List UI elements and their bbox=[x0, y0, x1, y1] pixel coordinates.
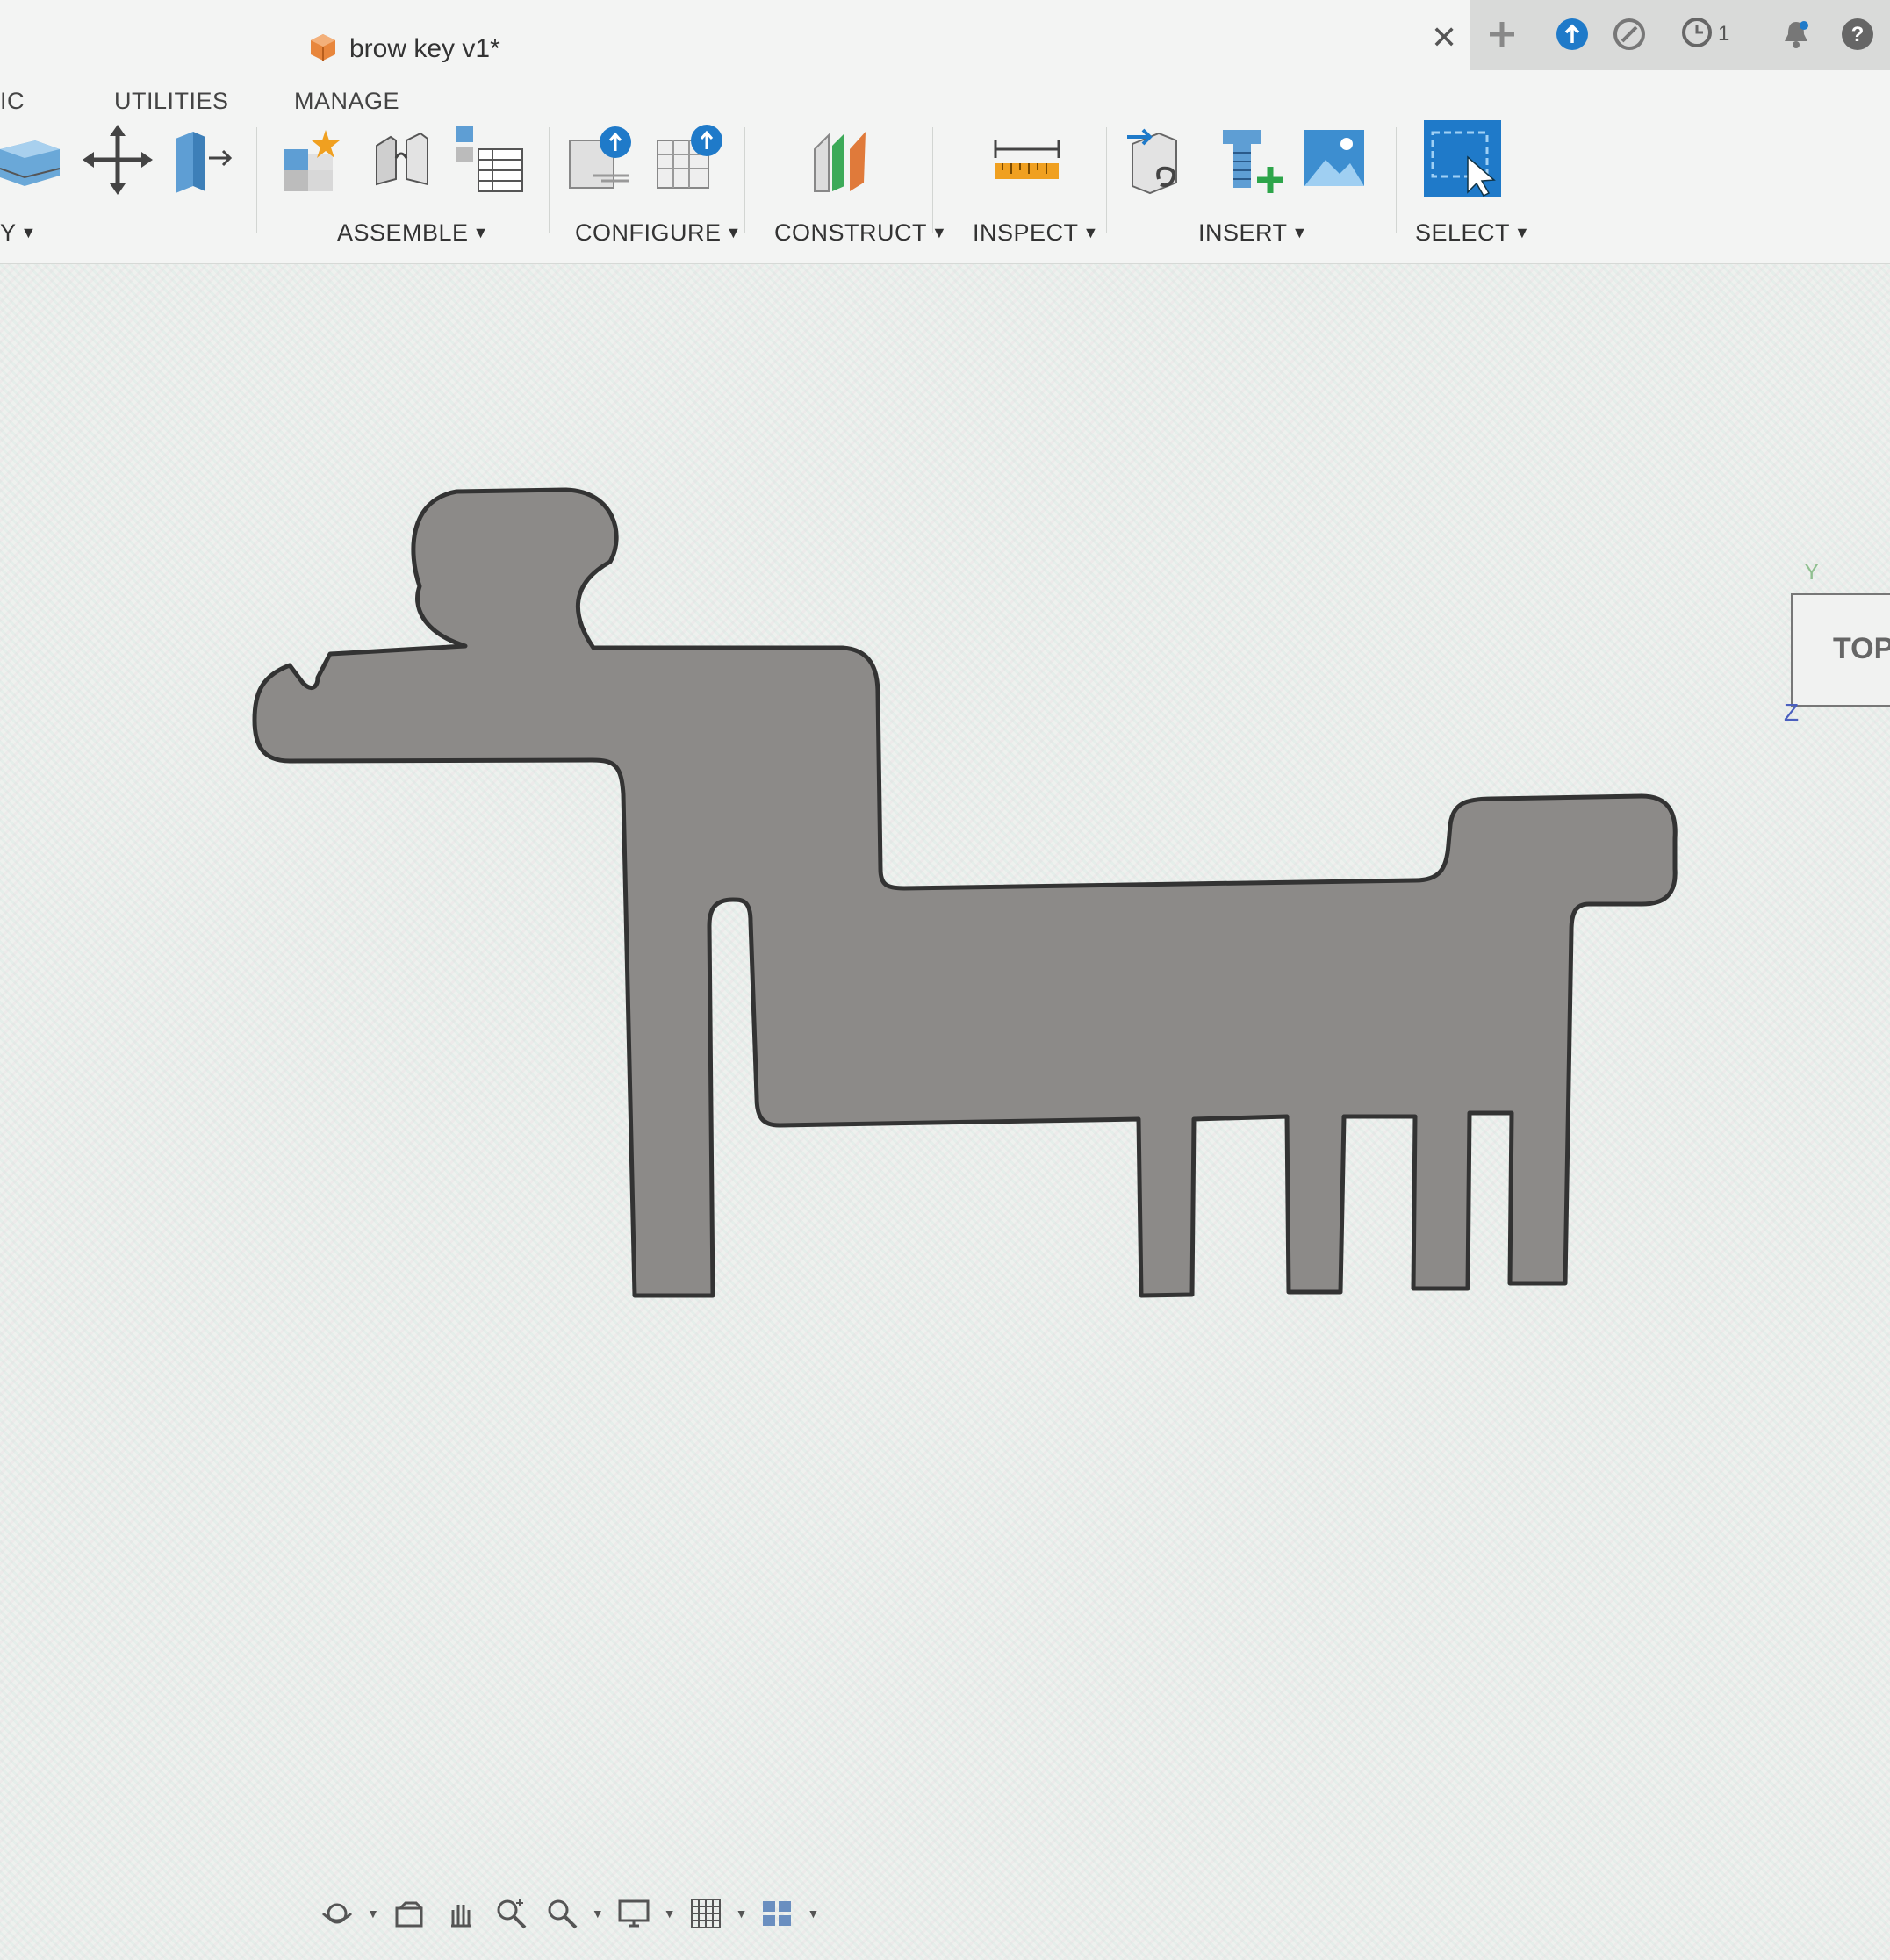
orbit-dropdown-caret[interactable]: ▼ bbox=[367, 1906, 379, 1921]
toolbar-separator bbox=[1396, 127, 1397, 233]
toolbar-separator bbox=[932, 127, 933, 233]
grid-dropdown-caret[interactable]: ▼ bbox=[736, 1906, 748, 1921]
configure-icon[interactable] bbox=[566, 123, 640, 197]
top-right-bar: 1 ? bbox=[1470, 0, 1890, 70]
package-icon bbox=[307, 32, 339, 68]
group-label-insert[interactable]: INSERT ▼ bbox=[1198, 219, 1308, 247]
axis-y-label: Y bbox=[1804, 558, 1820, 585]
menu-tab-utilities[interactable]: UTILITIES bbox=[114, 88, 229, 115]
viewcube-face-top[interactable]: TOP bbox=[1833, 632, 1890, 666]
new-component-icon[interactable] bbox=[277, 123, 350, 197]
construct-plane-icon[interactable] bbox=[808, 123, 881, 197]
group-label-configure[interactable]: CONFIGURE ▼ bbox=[575, 219, 742, 247]
viewports-icon[interactable] bbox=[756, 1892, 798, 1935]
menu-tab-partial[interactable]: IC bbox=[0, 88, 25, 115]
measure-icon[interactable] bbox=[990, 123, 1064, 197]
toolbar-separator bbox=[1106, 127, 1107, 233]
toolbar-separator bbox=[256, 127, 257, 233]
fusion-app: brow key v1* ✕ 1 ? IC UTILITIES MANAGE Y… bbox=[0, 0, 1890, 1960]
toolbar: IC UTILITIES MANAGE Y ▼ ASSEMBLE ▼ CONFI… bbox=[0, 79, 1890, 265]
fit-icon[interactable] bbox=[541, 1892, 583, 1935]
group-label-assemble[interactable]: ASSEMBLE ▼ bbox=[337, 219, 489, 247]
brow-key-shape[interactable] bbox=[252, 487, 1678, 1298]
viewports-dropdown-caret[interactable]: ▼ bbox=[807, 1906, 819, 1921]
zoom-dropdown-caret[interactable]: ▼ bbox=[592, 1906, 604, 1921]
select-icon[interactable] bbox=[1422, 118, 1503, 199]
move-icon[interactable] bbox=[81, 123, 155, 197]
display-settings-icon[interactable] bbox=[613, 1892, 655, 1935]
insert-derive-icon[interactable] bbox=[1124, 123, 1197, 197]
box-icon[interactable] bbox=[0, 123, 61, 197]
extensions-icon[interactable] bbox=[1611, 16, 1648, 53]
help-icon[interactable]: ? bbox=[1839, 16, 1876, 53]
pan-icon[interactable] bbox=[439, 1892, 481, 1935]
zoom-icon[interactable] bbox=[490, 1892, 532, 1935]
insert-canvas-icon[interactable] bbox=[1299, 123, 1373, 197]
configure-table-icon[interactable] bbox=[654, 123, 728, 197]
group-label-select[interactable]: SELECT ▼ bbox=[1415, 219, 1530, 247]
bell-icon[interactable] bbox=[1778, 16, 1815, 53]
job-count: 1 bbox=[1718, 22, 1730, 46]
toolbar-separator bbox=[549, 127, 550, 233]
display-dropdown-caret[interactable]: ▼ bbox=[664, 1906, 676, 1921]
group-label-construct[interactable]: CONSTRUCT ▼ bbox=[774, 219, 947, 247]
insert-mcmaster-icon[interactable] bbox=[1216, 123, 1290, 197]
viewcube[interactable]: TOP bbox=[1791, 593, 1890, 707]
orbit-icon[interactable] bbox=[316, 1892, 358, 1935]
align-icon[interactable] bbox=[167, 123, 241, 197]
toolbar-separator bbox=[744, 127, 745, 233]
viewport-canvas[interactable]: Y TOP Z bbox=[0, 264, 1890, 1960]
close-icon[interactable]: ✕ bbox=[1431, 19, 1457, 56]
navigation-bar: ▼ ▼ ▼ ▼ ▼ bbox=[316, 1889, 819, 1938]
joint-icon[interactable] bbox=[364, 123, 438, 197]
job-status[interactable]: 1 bbox=[1681, 16, 1751, 53]
sketch-profile[interactable] bbox=[0, 264, 1890, 1960]
document-tab[interactable]: brow key v1* bbox=[307, 25, 500, 74]
upload-icon[interactable] bbox=[1554, 16, 1591, 53]
menu-tab-manage[interactable]: MANAGE bbox=[294, 88, 399, 115]
clock-icon bbox=[1681, 17, 1713, 53]
svg-text:?: ? bbox=[1851, 23, 1865, 47]
document-title: brow key v1* bbox=[349, 34, 500, 63]
group-label-partial[interactable]: Y ▼ bbox=[0, 219, 37, 247]
bom-table-icon[interactable] bbox=[452, 123, 526, 197]
plus-icon[interactable] bbox=[1484, 16, 1520, 53]
axis-z-label: Z bbox=[1784, 699, 1800, 726]
group-label-inspect[interactable]: INSPECT ▼ bbox=[973, 219, 1099, 247]
grid-icon[interactable] bbox=[685, 1892, 727, 1935]
look-at-icon[interactable] bbox=[388, 1892, 430, 1935]
